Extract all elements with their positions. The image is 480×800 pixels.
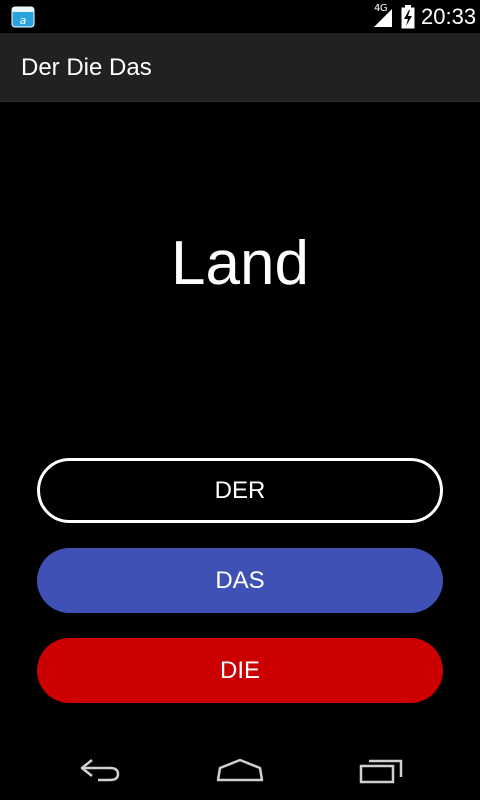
noun-word: Land (171, 229, 309, 298)
app-title: Der Die Das (21, 54, 152, 81)
app-notification-icon: a (11, 6, 35, 28)
svg-text:a: a (20, 14, 27, 27)
der-button[interactable]: DER (37, 458, 443, 523)
status-time: 20:33 (421, 4, 477, 29)
die-button[interactable]: DIE (37, 638, 443, 703)
battery-icon (401, 5, 415, 29)
recent-apps-icon[interactable] (358, 756, 404, 784)
home-icon[interactable] (215, 756, 265, 784)
das-button[interactable]: DAS (37, 548, 443, 613)
app-screen: a 4G 20:33 Der Die Das Land DER DAS DIE (0, 0, 480, 800)
back-icon[interactable] (78, 756, 122, 784)
status-bar: a 4G 20:33 (0, 0, 480, 33)
signal-icon (374, 9, 392, 27)
action-bar: Der Die Das (0, 33, 480, 102)
navigation-bar (0, 738, 480, 800)
